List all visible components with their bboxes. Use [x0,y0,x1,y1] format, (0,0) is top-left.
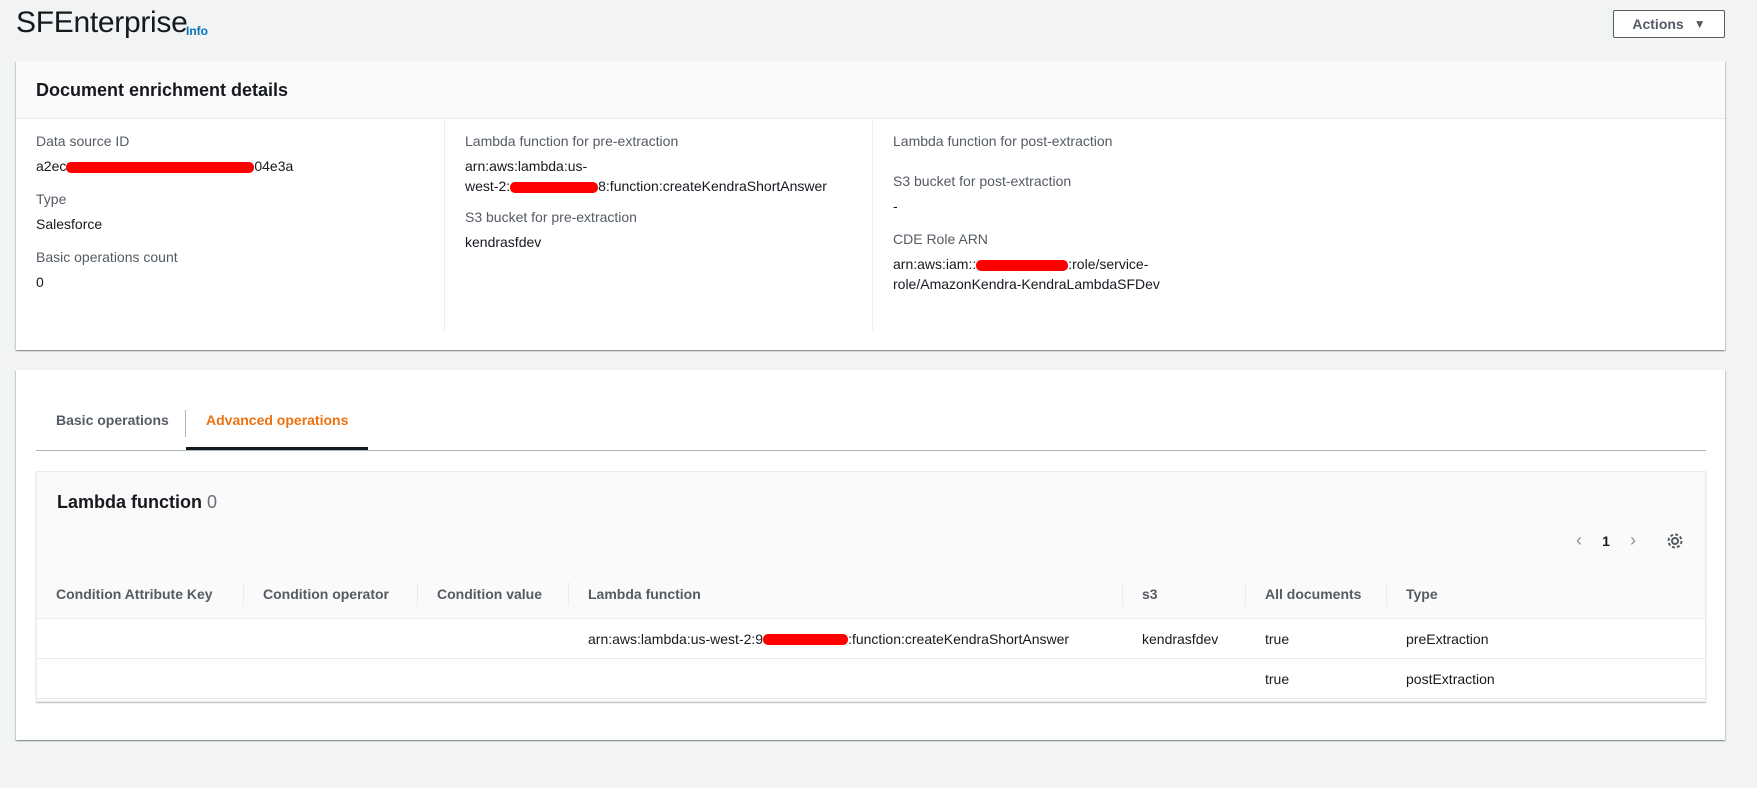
redaction-mark [763,634,849,646]
tab-basic-operations[interactable]: Basic operations [36,395,189,450]
post-lambda-field: Lambda function for post-extraction [893,131,1287,156]
post-s3-value: - [893,198,898,214]
lambda-function-table: Condition Attribute Key Condition operat… [37,570,1705,699]
pre-lambda-line2-suffix: 8:function:createKendraShortAnswer [598,178,827,194]
lambda-table-title: Lambda function 0 [57,492,217,513]
cde-role-field: CDE Role ARN arn:aws:iam:::role/service-… [893,229,1287,294]
cde-role-line1-prefix: arn:aws:iam:: [893,256,977,272]
redaction-mark [510,181,599,193]
cde-role-line2: role/AmazonKendra-KendraLambdaSFDev [893,276,1160,292]
operations-panel: Basic operations Advanced operations Lam… [16,370,1725,740]
document-enrichment-details-panel: Document enrichment details Data source … [16,61,1725,350]
type-value: Salesforce [36,216,103,232]
pre-lambda-value: arn:aws:lambda:us- west-2: 8:function:cre… [465,156,857,196]
data-source-id-value: a2ec 04e3a [36,156,428,176]
all-documents-cell: true [1246,618,1387,659]
actions-label: Actions [1632,16,1684,32]
cde-role-line1-suffix: :role/service- [1068,256,1149,272]
pre-lambda-line2: west-2: 8:function:createKendraShortAnswe… [465,176,857,196]
cde-role-line1: arn:aws:iam:::role/service- [893,254,1287,274]
type-field: Type Salesforce [36,189,428,234]
lambda-table-count: 0 [207,492,218,512]
page-number[interactable]: 1 [1593,533,1619,549]
details-column-2: Lambda function for pre-extraction arn:a… [444,119,873,330]
table-row: arn:aws:lambda:us-west-2:9 :function:crea… [37,618,1705,659]
condition-value-cell [418,658,569,699]
caret-down-icon: ▼ [1693,17,1706,31]
cde-role-value: arn:aws:iam:::role/service- role/AmazonK… [893,254,1287,294]
pre-lambda-line1: arn:aws:lambda:us- [465,158,588,174]
post-s3-label: S3 bucket for post-extraction [893,173,1072,189]
redaction-mark [66,161,255,173]
column-header[interactable]: Condition value [418,570,569,619]
column-header[interactable]: Lambda function [569,570,1123,619]
table-row: true postExtraction [37,658,1705,699]
lambda-arn-suffix: :function:createKendraShortAnswer [848,630,1070,647]
pre-lambda-label: Lambda function for pre-extraction [465,133,679,149]
data-source-id-prefix: a2ec [36,158,67,174]
chevron-left-icon[interactable]: ‹ [1565,530,1593,551]
pre-s3-value: kendrasfdev [465,234,542,250]
s3-cell [1123,658,1246,699]
data-source-id-field: Data source ID a2ec 04e3a [36,131,428,176]
all-documents-cell: true [1246,658,1387,699]
condition-operator-cell [244,658,418,699]
redaction-mark [976,259,1069,271]
post-lambda-label: Lambda function for post-extraction [893,133,1113,149]
pre-lambda-line2-prefix: west-2: [465,178,511,194]
s3-cell: kendrasfdev [1123,618,1246,659]
pre-lambda-field: Lambda function for pre-extraction arn:a… [465,131,857,196]
basic-ops-count-value: 0 [36,274,44,290]
gear-icon[interactable] [1665,531,1685,551]
lambda-function-table-container: Lambda function 0 ‹ 1 › Condition Attrib… [36,471,1706,702]
column-header[interactable]: Condition Attribute Key [37,570,244,619]
condition-value-cell [418,618,569,659]
operations-tabs: Basic operations Advanced operations [36,395,1706,451]
pre-s3-field: S3 bucket for pre-extraction kendrasfdev [465,207,857,252]
type-label: Type [36,191,67,207]
info-link[interactable]: Info [186,24,208,38]
data-source-id-suffix: 04e3a [254,158,294,174]
details-column-1: Data source ID a2ec 04e3a Type Salesforce… [16,119,444,330]
column-header[interactable]: s3 [1123,570,1246,619]
pre-s3-label: S3 bucket for pre-extraction [465,209,637,225]
panel-title: Document enrichment details [16,61,1725,119]
condition-operator-cell [244,618,418,659]
basic-ops-count-label: Basic operations count [36,249,178,265]
lambda-function-cell: arn:aws:lambda:us-west-2:9 :function:crea… [569,618,1123,659]
column-header[interactable]: All documents [1246,570,1387,619]
basic-ops-count-field: Basic operations count 0 [36,247,428,292]
page-title: SFEnterprise [16,6,188,39]
column-header[interactable]: Condition operator [244,570,418,619]
column-header[interactable]: Type [1387,570,1705,619]
lambda-table-title-text: Lambda function [57,492,202,512]
lambda-function-cell [569,658,1123,699]
cde-role-label: CDE Role ARN [893,231,988,247]
pagination: ‹ 1 › [1565,530,1685,551]
condition-key-cell [37,618,244,659]
details-column-3: Lambda function for post-extraction S3 b… [872,119,1303,330]
type-cell: preExtraction [1387,618,1705,659]
actions-button[interactable]: Actions ▼ [1613,10,1725,38]
post-s3-field: S3 bucket for post-extraction - [893,171,1287,216]
chevron-right-icon[interactable]: › [1619,530,1647,551]
lambda-arn-prefix: arn:aws:lambda:us-west-2:9 [588,630,764,647]
type-cell: postExtraction [1387,658,1705,699]
data-source-id-label: Data source ID [36,133,130,149]
condition-key-cell [37,658,244,699]
tab-advanced-operations[interactable]: Advanced operations [186,395,369,450]
table-header-row: Condition Attribute Key Condition operat… [37,570,1705,619]
